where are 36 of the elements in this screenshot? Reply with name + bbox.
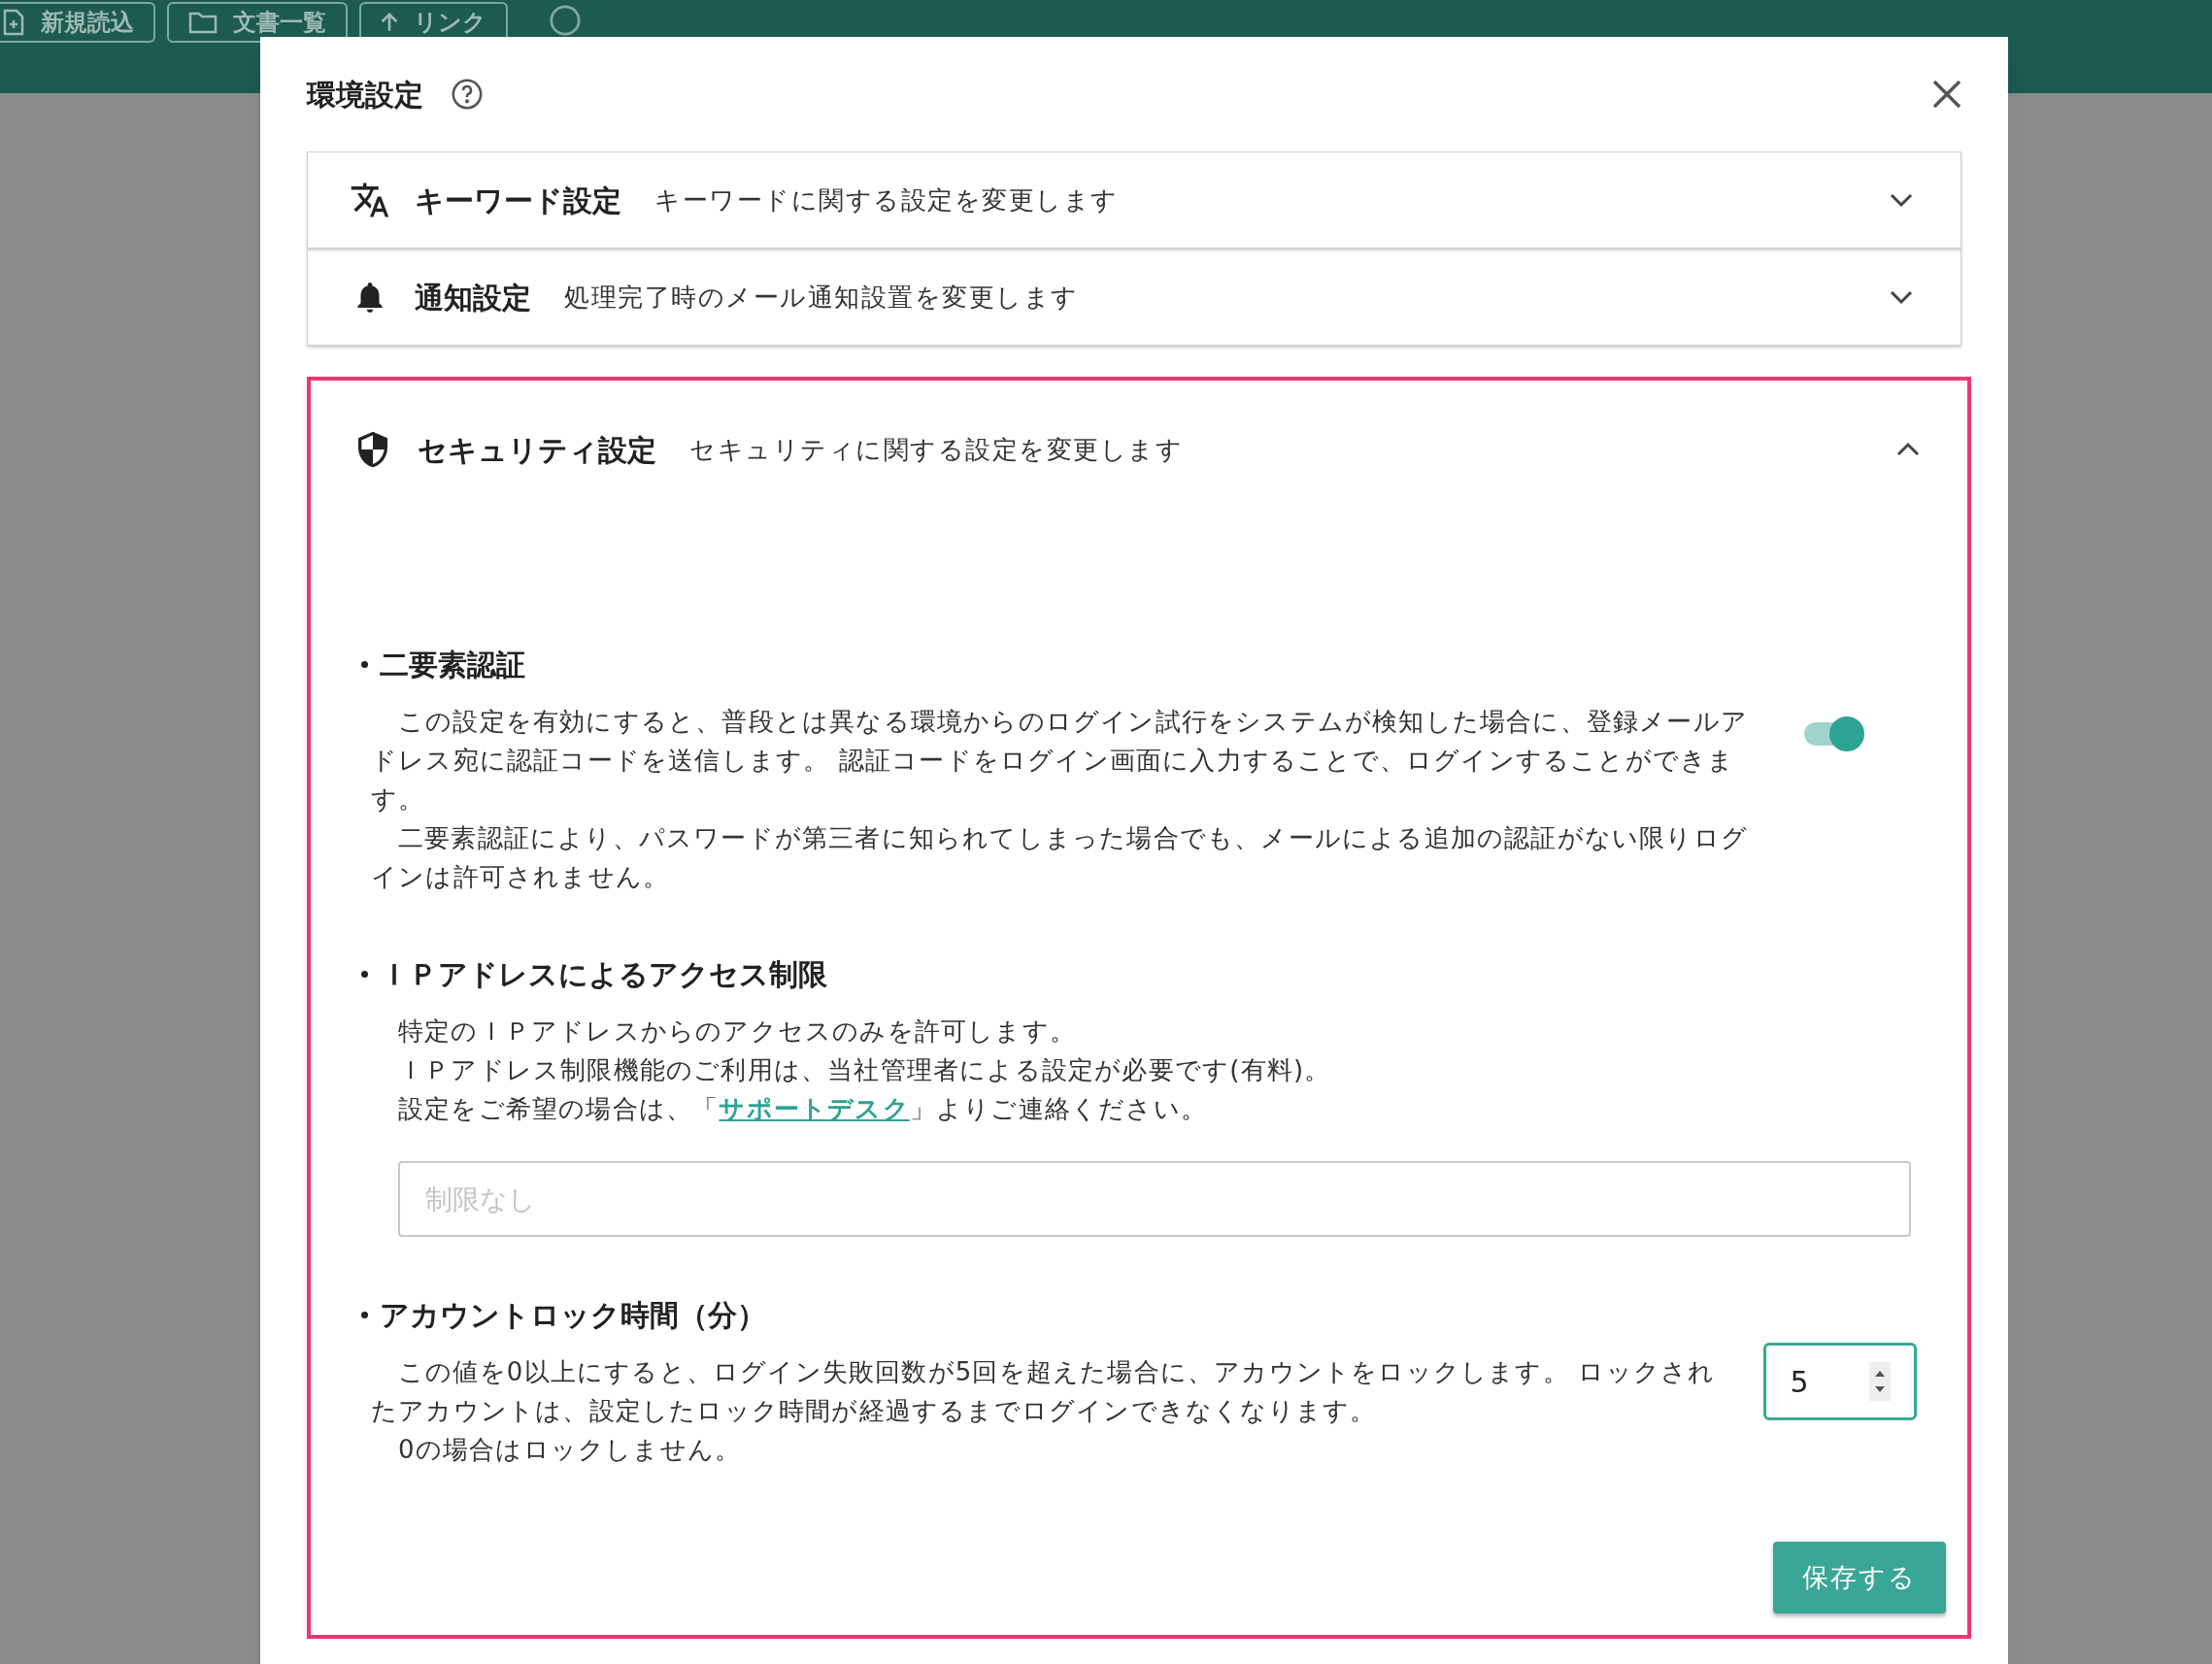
description-text: 0の場合はロックしません。 [397,1434,743,1466]
description-text: この設定を有効にすると、普段とは異なる環境からのログイン試行をシステムが検知した場合に、登録メールアドレス宛に認証コードを送信します。 認証コードをログイン画面に入力することで、ログインすることができます。 [371,706,1749,815]
support-desk-link[interactable]: サポートデスク [719,1094,910,1123]
chevron-up-icon[interactable] [1895,442,1921,457]
dialog-title: 環境設定 [307,76,423,114]
lock-time-value: 5 [1790,1363,1809,1401]
description-text: 特定のＩＰアドレスからのアクセスのみを許可します。 [397,1015,1077,1048]
section-description: セキュリティに関する設定を変更します [689,433,1183,466]
toolbar-button[interactable]: 新規読込 [0,2,155,43]
setting-title: ＩＰアドレスによるアクセス制限 [380,956,827,993]
section-description: キーワードに関する設定を変更します [654,183,1119,216]
accordion-panel[interactable]: キーワード設定 キーワードに関する設定を変更します [307,151,1961,249]
close-icon[interactable] [1932,80,1961,109]
folder-icon [188,10,218,35]
ip-address-field[interactable]: 制限なし [398,1161,1911,1237]
chevron-down-icon[interactable] [1889,192,1914,208]
description-text: この値を0以上にすると、ログイン失敗回数が5回を超えた場合に、アカウントをロックします。 ロックされたアカウントは、設定したロック時間が経過するまでログインできなくなります。 [371,1356,1717,1427]
section-description: 処理完了時のメール通知設置を変更します [564,281,1079,314]
description-text: ＩＰアドレス制限機能のご利用は、当社管理者による設定が必要です(有料)。 [397,1054,1332,1086]
section-title: セキュリティ設定 [418,431,656,469]
chevron-down-icon[interactable] [1889,289,1914,305]
document-icon [2,9,25,36]
description-text: 二要素認証により、パスワードが第三者に知られてしまった場合でも、メールによる追加の認証がない限りログインは許可されません。 [371,822,1749,893]
upload-icon [381,13,398,32]
save-button[interactable]: 保存する [1773,1542,1946,1614]
accordion-panel[interactable]: 通知設定 処理完了時のメール通知設置を変更します [307,249,1961,346]
spinner-icon[interactable] [1869,1362,1891,1401]
setting-title: 二要素認証 [380,647,525,683]
lock-time-field[interactable]: 5 [1763,1343,1917,1420]
section-title: キーワード設定 [415,182,621,219]
bullet-icon [361,1312,368,1318]
bullet-icon [361,661,368,668]
contact-text: 設定をご希望の場合は、「サポートデスク」よりご連絡ください。 [397,1093,1208,1125]
setting-title: アカウントロック時間（分） [380,1297,766,1334]
bullet-icon [361,971,368,978]
section-title: 通知設定 [415,279,531,316]
